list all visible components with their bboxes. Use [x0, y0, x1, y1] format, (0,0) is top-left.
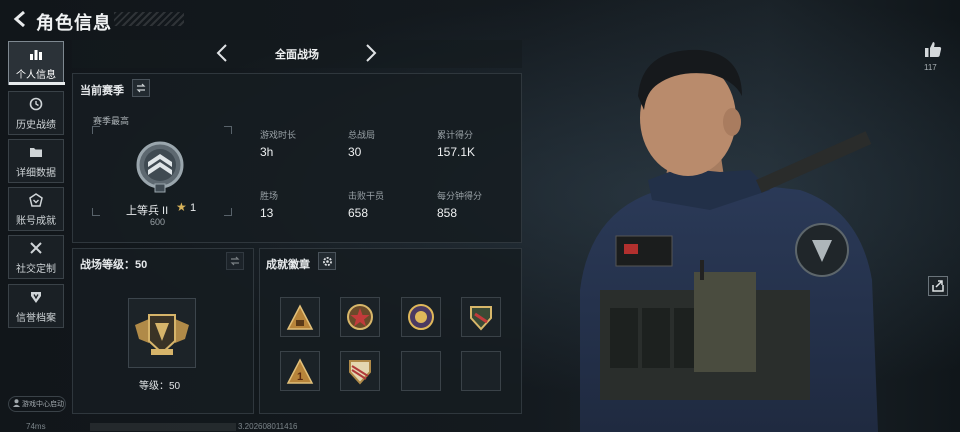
- frame-corner: [92, 126, 100, 134]
- pyramid-badge-icon: [286, 304, 314, 330]
- rank-name: 上等兵 II: [126, 205, 169, 217]
- title-decoration: [114, 12, 184, 26]
- sidebar-item-label: 历史战绩: [16, 119, 56, 131]
- stat-label: 总战局: [348, 130, 376, 140]
- shield-icon: [28, 289, 44, 305]
- bar-chart-icon: [28, 46, 44, 62]
- character-model: [560, 40, 890, 432]
- stat-value: 658: [348, 206, 369, 220]
- stat-label: 游戏时长: [260, 130, 297, 140]
- stat-label: 每分钟得分: [437, 191, 483, 201]
- share-icon: [932, 280, 944, 292]
- gold-emblem-badge-icon: [408, 304, 434, 330]
- ping-indicator: 74ms: [26, 422, 46, 431]
- badge-slot-empty[interactable]: [401, 351, 441, 391]
- achievement-icon: [28, 192, 44, 208]
- level-switch-button[interactable]: [226, 252, 244, 270]
- share-button[interactable]: [928, 276, 948, 296]
- uid-text: 3.202608011416: [238, 422, 298, 431]
- svg-text:1: 1: [297, 371, 303, 383]
- sidebar-item-detailed-data[interactable]: 详细数据: [8, 139, 64, 183]
- stat-value: 858: [437, 206, 458, 220]
- red-star-medal-icon: [347, 304, 373, 330]
- badge-slot[interactable]: [340, 297, 380, 337]
- sidebar-item-label: 个人信息: [16, 69, 56, 81]
- badge-slot-empty[interactable]: [461, 351, 501, 391]
- stat-value: 157.1K: [437, 145, 476, 159]
- badge-slot[interactable]: [340, 351, 380, 391]
- level-label: 等级：50: [139, 381, 181, 392]
- striped-crest-badge-icon: [349, 360, 371, 385]
- season-panel-title: 当前赛季: [80, 85, 124, 97]
- sidebar-item-label: 社交定制: [16, 263, 56, 275]
- stat-label: 累计得分: [437, 130, 474, 140]
- level-emblem-frame: [128, 298, 196, 368]
- gear-icon: [322, 256, 332, 266]
- back-button[interactable]: [8, 8, 32, 30]
- user-icon: [13, 399, 20, 409]
- stat-value: 13: [260, 206, 274, 220]
- mode-name: 全面战场: [275, 49, 319, 61]
- rank-points: 600: [150, 217, 166, 227]
- mode-next-button[interactable]: [361, 44, 381, 64]
- rank-stars: 1: [190, 202, 197, 214]
- mode-prev-button[interactable]: [212, 44, 232, 64]
- like-button[interactable]: [922, 38, 944, 60]
- page-title: 角色信息: [36, 13, 112, 33]
- swap-icon: [136, 83, 146, 93]
- crest-badge-icon: [470, 306, 492, 331]
- stat-value: 30: [348, 145, 362, 159]
- star-icon: ★: [176, 200, 187, 214]
- battlefield-level-title: 战场等级：50: [80, 259, 148, 271]
- rank-insignia-icon: [135, 140, 185, 194]
- badge-slot[interactable]: 1: [280, 351, 320, 391]
- sidebar-item-label: 详细数据: [16, 167, 56, 179]
- sidebar-item-achievements[interactable]: 账号成就: [8, 187, 64, 231]
- stat-label: 击败干员: [348, 191, 385, 201]
- sidebar-item-history[interactable]: 历史战绩: [8, 91, 64, 135]
- sidebar-item-social[interactable]: 社交定制: [8, 235, 64, 279]
- folder-icon: [28, 144, 44, 160]
- badge-slot[interactable]: [401, 297, 441, 337]
- swap-icon: [230, 256, 240, 266]
- uid-mask: [90, 423, 236, 431]
- like-count: 117: [924, 63, 937, 72]
- badge-slot[interactable]: [280, 297, 320, 337]
- history-icon: [28, 96, 44, 112]
- frame-corner: [224, 208, 232, 216]
- thumbs-up-icon: [925, 42, 942, 57]
- tools-icon: [28, 240, 44, 256]
- sidebar-item-reputation[interactable]: 信誉档案: [8, 284, 64, 328]
- frame-corner: [92, 208, 100, 216]
- chevron-left-icon: [216, 44, 227, 62]
- level-emblem-icon: [135, 314, 189, 355]
- stat-value: 3h: [260, 145, 274, 159]
- badge-slot[interactable]: [461, 297, 501, 337]
- chevron-right-icon: [366, 44, 377, 62]
- achievements-settings-button[interactable]: [318, 252, 336, 270]
- frame-corner: [224, 126, 232, 134]
- game-center-badge[interactable]: 游戏中心启动: [8, 396, 66, 412]
- stat-label: 胜场: [260, 191, 279, 201]
- back-arrow-icon: [13, 11, 25, 27]
- game-center-label: 游戏中心启动: [22, 401, 64, 408]
- number-one-badge-icon: 1: [286, 358, 314, 384]
- sidebar-item-label: 信誉档案: [16, 312, 56, 324]
- achievements-title: 成就徽章: [266, 259, 310, 271]
- sidebar-item-personal-info[interactable]: 个人信息: [8, 41, 65, 85]
- top-bar: 角色信息: [0, 0, 960, 40]
- season-switch-button[interactable]: [132, 79, 150, 97]
- sidebar-item-label: 账号成就: [16, 215, 56, 227]
